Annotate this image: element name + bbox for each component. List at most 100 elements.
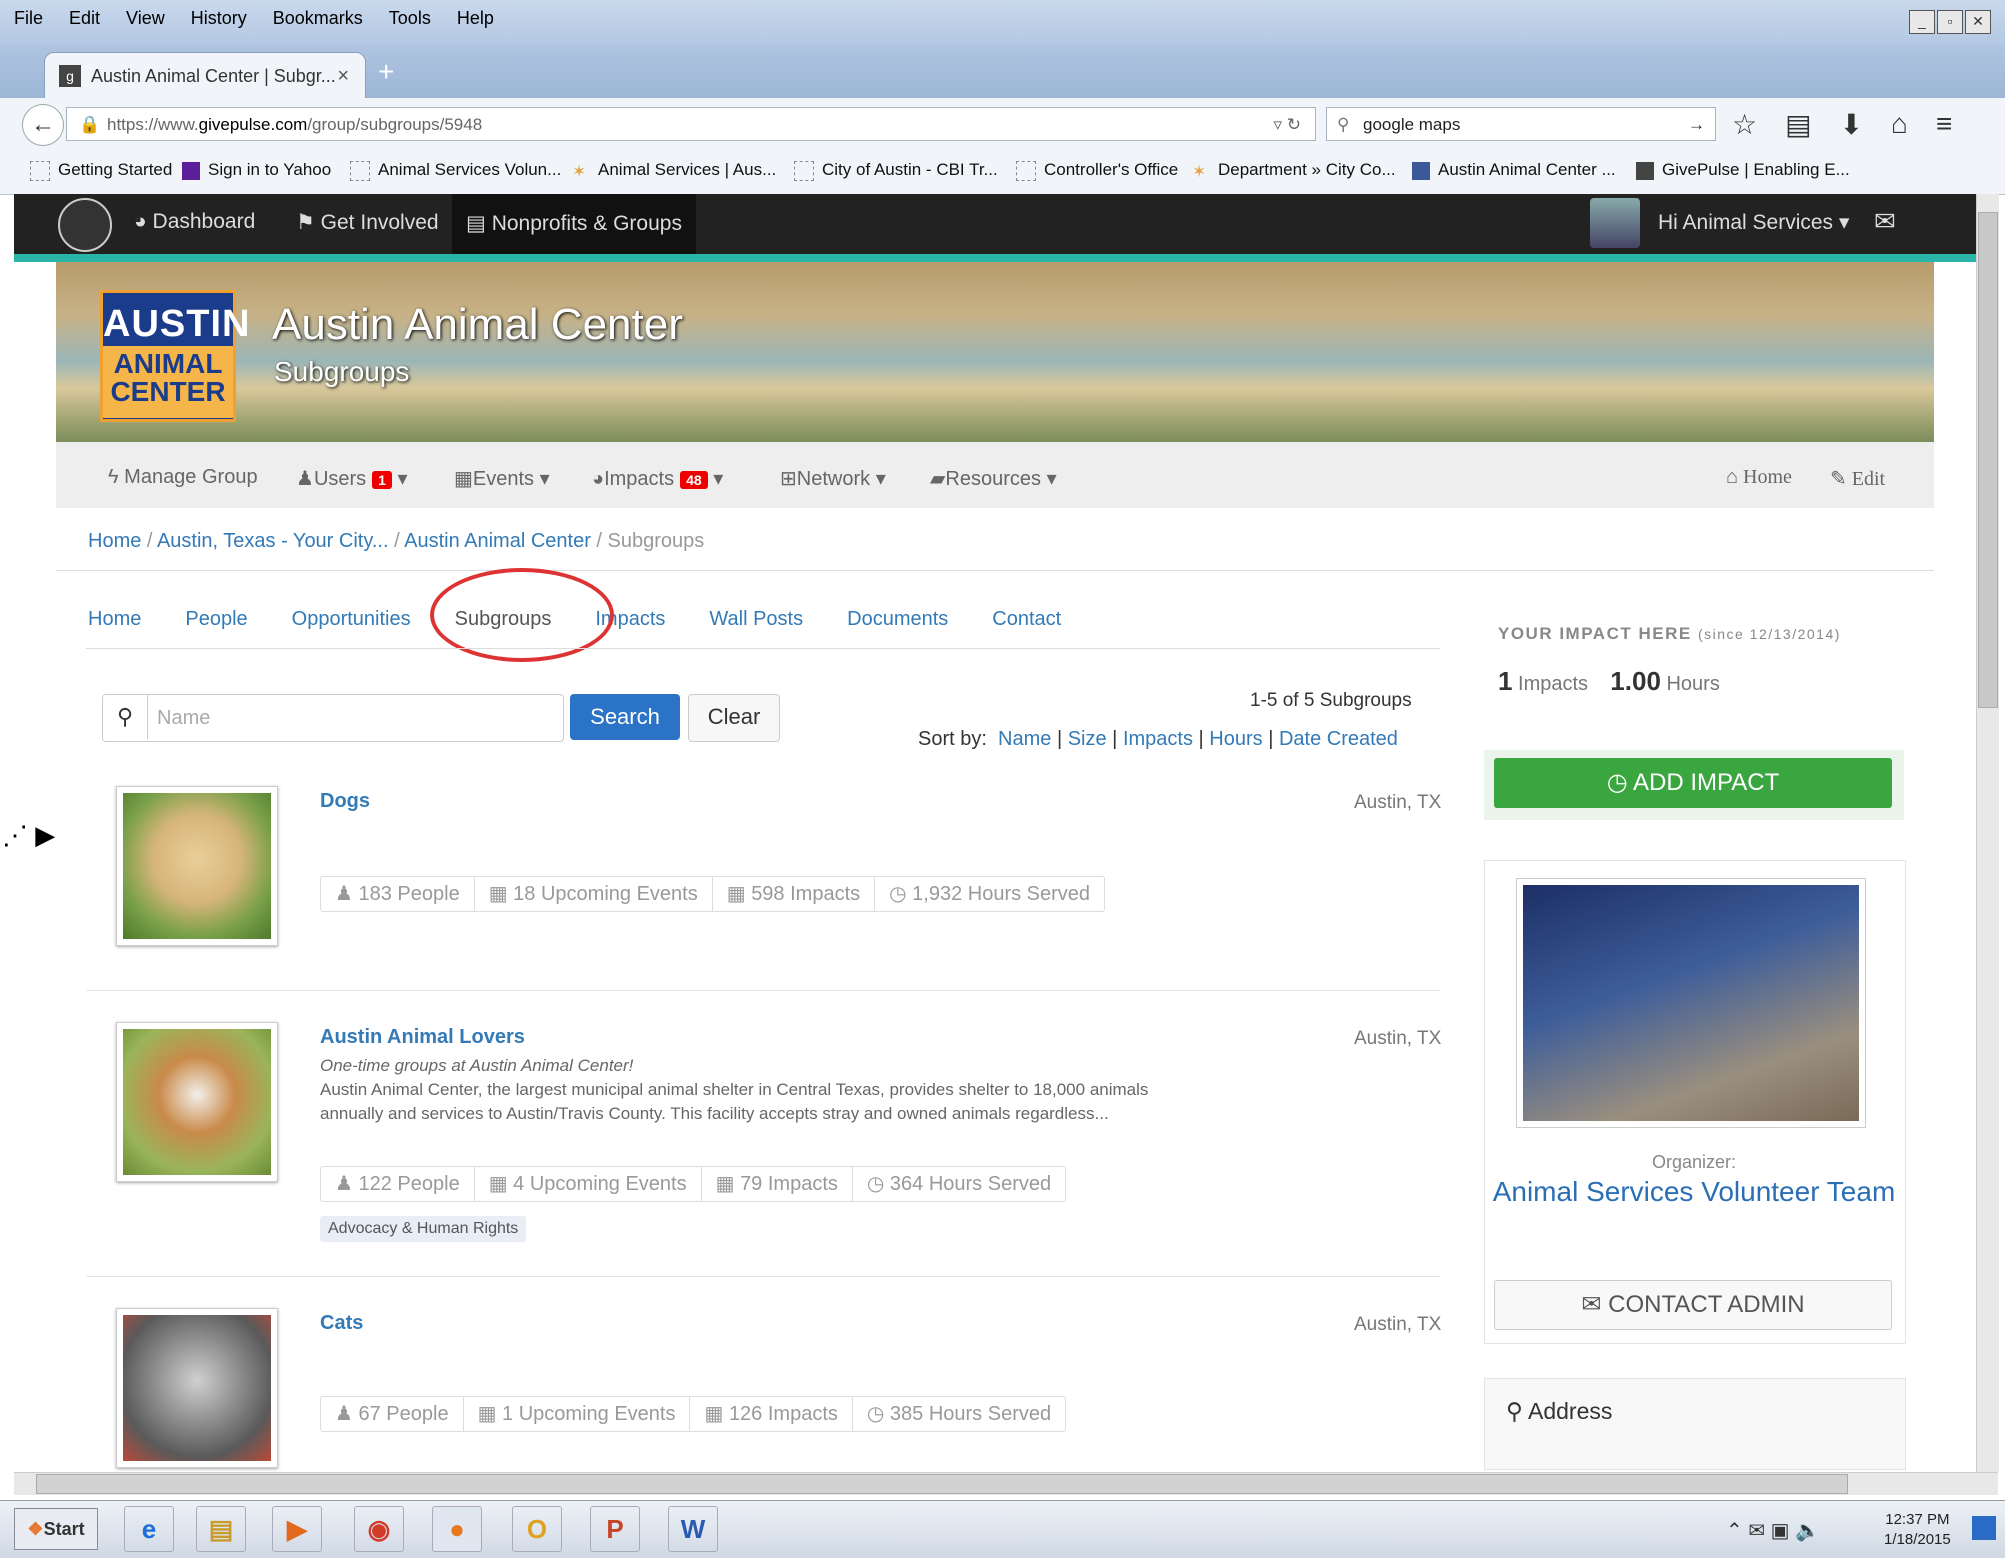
organizer-name[interactable]: Animal Services Volunteer Team <box>1484 1176 1904 1208</box>
tab-contact[interactable]: Contact <box>992 608 1061 631</box>
browser-search-bar[interactable]: ⚲ google maps → <box>1326 107 1716 141</box>
austin-animal-lovers-photo[interactable] <box>116 1022 278 1182</box>
bookmark-item[interactable]: Controller's Office <box>1016 160 1178 181</box>
windows-logo-icon: ❖ <box>27 1519 44 1539</box>
user-menu[interactable]: Hi Animal Services ▾ <box>1658 210 1849 235</box>
tab-home[interactable]: Home <box>88 608 141 631</box>
home-icon[interactable]: ⌂ <box>1891 108 1908 141</box>
group-home-link[interactable]: ⌂ Home <box>1726 466 1792 489</box>
bookmark-item[interactable]: ✶ Animal Services | Aus... <box>572 160 776 181</box>
start-button[interactable]: ❖Start <box>14 1508 98 1550</box>
search-input[interactable]: ⚲ Name <box>102 694 564 742</box>
go-arrow-icon[interactable]: → <box>1688 108 1705 142</box>
bookmark-item[interactable]: Austin Animal Center ... <box>1412 160 1616 180</box>
media-player-icon[interactable]: ▶ <box>272 1506 322 1552</box>
tab-documents[interactable]: Documents <box>847 608 948 631</box>
restore-button[interactable]: ▫ <box>1937 10 1963 34</box>
menu-file[interactable]: File <box>14 8 43 38</box>
system-tray-icons[interactable]: ⌃ ✉ ▣ 🔈 <box>1726 1518 1820 1543</box>
divider <box>86 1276 1440 1277</box>
user-icon: ♟ <box>335 1173 353 1195</box>
outlook-icon[interactable]: O <box>512 1506 562 1552</box>
reload-icon[interactable]: ▿ ↻ <box>1273 108 1301 142</box>
contact-admin-button[interactable]: ✉ CONTACT ADMIN <box>1494 1280 1892 1330</box>
show-desktop-button[interactable] <box>1972 1516 1996 1540</box>
menu-help[interactable]: Help <box>457 8 494 38</box>
sort-hours[interactable]: Hours <box>1209 728 1262 750</box>
resources-menu[interactable]: ▰Resources ▾ <box>930 466 1057 491</box>
reading-list-icon[interactable]: ▤ <box>1785 108 1811 141</box>
network-menu[interactable]: ⊞Network ▾ <box>780 466 886 491</box>
givepulse-icon <box>1636 161 1654 180</box>
breadcrumb-city[interactable]: Austin, Texas - Your City... <box>157 530 389 552</box>
sort-impacts[interactable]: Impacts <box>1123 728 1193 750</box>
subgroup-name[interactable]: Cats <box>320 1312 363 1335</box>
subgroup-stats: ♟ 122 People ▦ 4 Upcoming Events ▦ 79 Im… <box>320 1166 1067 1202</box>
close-tab-icon[interactable]: × <box>337 65 349 88</box>
chrome-icon[interactable]: ◉ <box>354 1506 404 1552</box>
nav-get-involved[interactable]: ⚑ Get Involved <box>296 210 439 235</box>
tab-wall-posts[interactable]: Wall Posts <box>709 608 803 631</box>
vertical-scroll-thumb[interactable] <box>1978 212 1998 708</box>
hamburger-menu-icon[interactable]: ≡ <box>1936 108 1952 141</box>
group-edit-link[interactable]: ✎ Edit <box>1830 466 1885 491</box>
users-menu[interactable]: ♟Users 1 ▾ <box>296 466 408 491</box>
bookmark-item[interactable]: GivePulse | Enabling E... <box>1636 160 1850 180</box>
menu-view[interactable]: View <box>126 8 165 38</box>
envelope-icon[interactable]: ✉ <box>1874 206 1896 237</box>
add-impact-button[interactable]: ◷ ADD IMPACT <box>1494 758 1892 808</box>
firefox-icon[interactable]: ● <box>432 1506 482 1552</box>
close-window-button[interactable]: ✕ <box>1965 10 1991 34</box>
url-bar[interactable]: 🔒 https://www.givepulse.com/group/subgrou… <box>66 107 1316 141</box>
city-seal-logo[interactable] <box>58 198 112 252</box>
events-menu[interactable]: ▦Events ▾ <box>454 466 550 491</box>
lock-icon: 🔒 <box>79 115 101 134</box>
new-tab-icon[interactable]: + <box>378 56 394 88</box>
clear-button[interactable]: Clear <box>688 694 780 742</box>
sort-date-created[interactable]: Date Created <box>1279 728 1398 750</box>
user-icon: ♟ <box>296 468 314 490</box>
cats-photo[interactable] <box>116 1308 278 1468</box>
breadcrumb-group[interactable]: Austin Animal Center <box>404 530 591 552</box>
menu-history[interactable]: History <box>191 8 247 38</box>
menu-tools[interactable]: Tools <box>389 8 431 38</box>
menu-edit[interactable]: Edit <box>69 8 100 38</box>
subgroup-location: Austin, TX <box>1354 792 1442 813</box>
manage-group-link[interactable]: ϟ Manage Group <box>108 466 258 489</box>
breadcrumb-home[interactable]: Home <box>88 530 141 552</box>
star-icon[interactable]: ☆ <box>1732 108 1757 141</box>
bookmark-item[interactable]: ✶ Department » City Co... <box>1192 160 1396 181</box>
avatar[interactable] <box>1590 198 1640 248</box>
internet-explorer-icon[interactable]: e <box>124 1506 174 1552</box>
sort-size[interactable]: Size <box>1068 728 1107 750</box>
tab-opportunities[interactable]: Opportunities <box>292 608 411 631</box>
result-count: 1-5 of 5 Subgroups <box>1250 690 1412 711</box>
category-tag[interactable]: Advocacy & Human Rights <box>320 1216 527 1242</box>
tab-people[interactable]: People <box>185 608 247 631</box>
search-button[interactable]: Search <box>570 694 680 740</box>
menu-bookmarks[interactable]: Bookmarks <box>273 8 363 38</box>
nav-dashboard[interactable]: ◕ Dashboard <box>134 210 255 234</box>
back-arrow-icon[interactable]: ← <box>22 104 64 146</box>
calendar-icon: ▦ <box>715 1173 735 1195</box>
page-icon <box>1016 160 1036 181</box>
subgroup-name[interactable]: Austin Animal Lovers <box>320 1026 525 1049</box>
browser-tab[interactable]: g Austin Animal Center | Subgr... × <box>44 52 366 99</box>
bookmark-item[interactable]: Sign in to Yahoo <box>182 160 331 180</box>
subgroup-name[interactable]: Dogs <box>320 790 370 813</box>
powerpoint-icon[interactable]: P <box>590 1506 640 1552</box>
bookmark-item[interactable]: City of Austin - CBI Tr... <box>794 160 998 181</box>
dogs-photo[interactable] <box>116 786 278 946</box>
bookmark-item[interactable]: Animal Services Volun... <box>350 160 561 181</box>
minimize-button[interactable]: _ <box>1909 10 1935 34</box>
nav-nonprofits[interactable]: ▤ Nonprofits & Groups <box>452 194 696 254</box>
file-explorer-icon[interactable]: ▤ <box>196 1506 246 1552</box>
horizontal-scroll-thumb[interactable] <box>36 1474 1848 1494</box>
impacts-menu[interactable]: ◕Impacts 48 ▾ <box>592 466 723 491</box>
bookmark-item[interactable]: Getting Started <box>30 160 172 181</box>
download-icon[interactable]: ⬇ <box>1840 108 1863 141</box>
users-badge: 1 <box>372 470 392 489</box>
system-clock[interactable]: 12:37 PM 1/18/2015 <box>1884 1510 1951 1550</box>
word-icon[interactable]: W <box>668 1506 718 1552</box>
sort-name[interactable]: Name <box>998 728 1051 750</box>
